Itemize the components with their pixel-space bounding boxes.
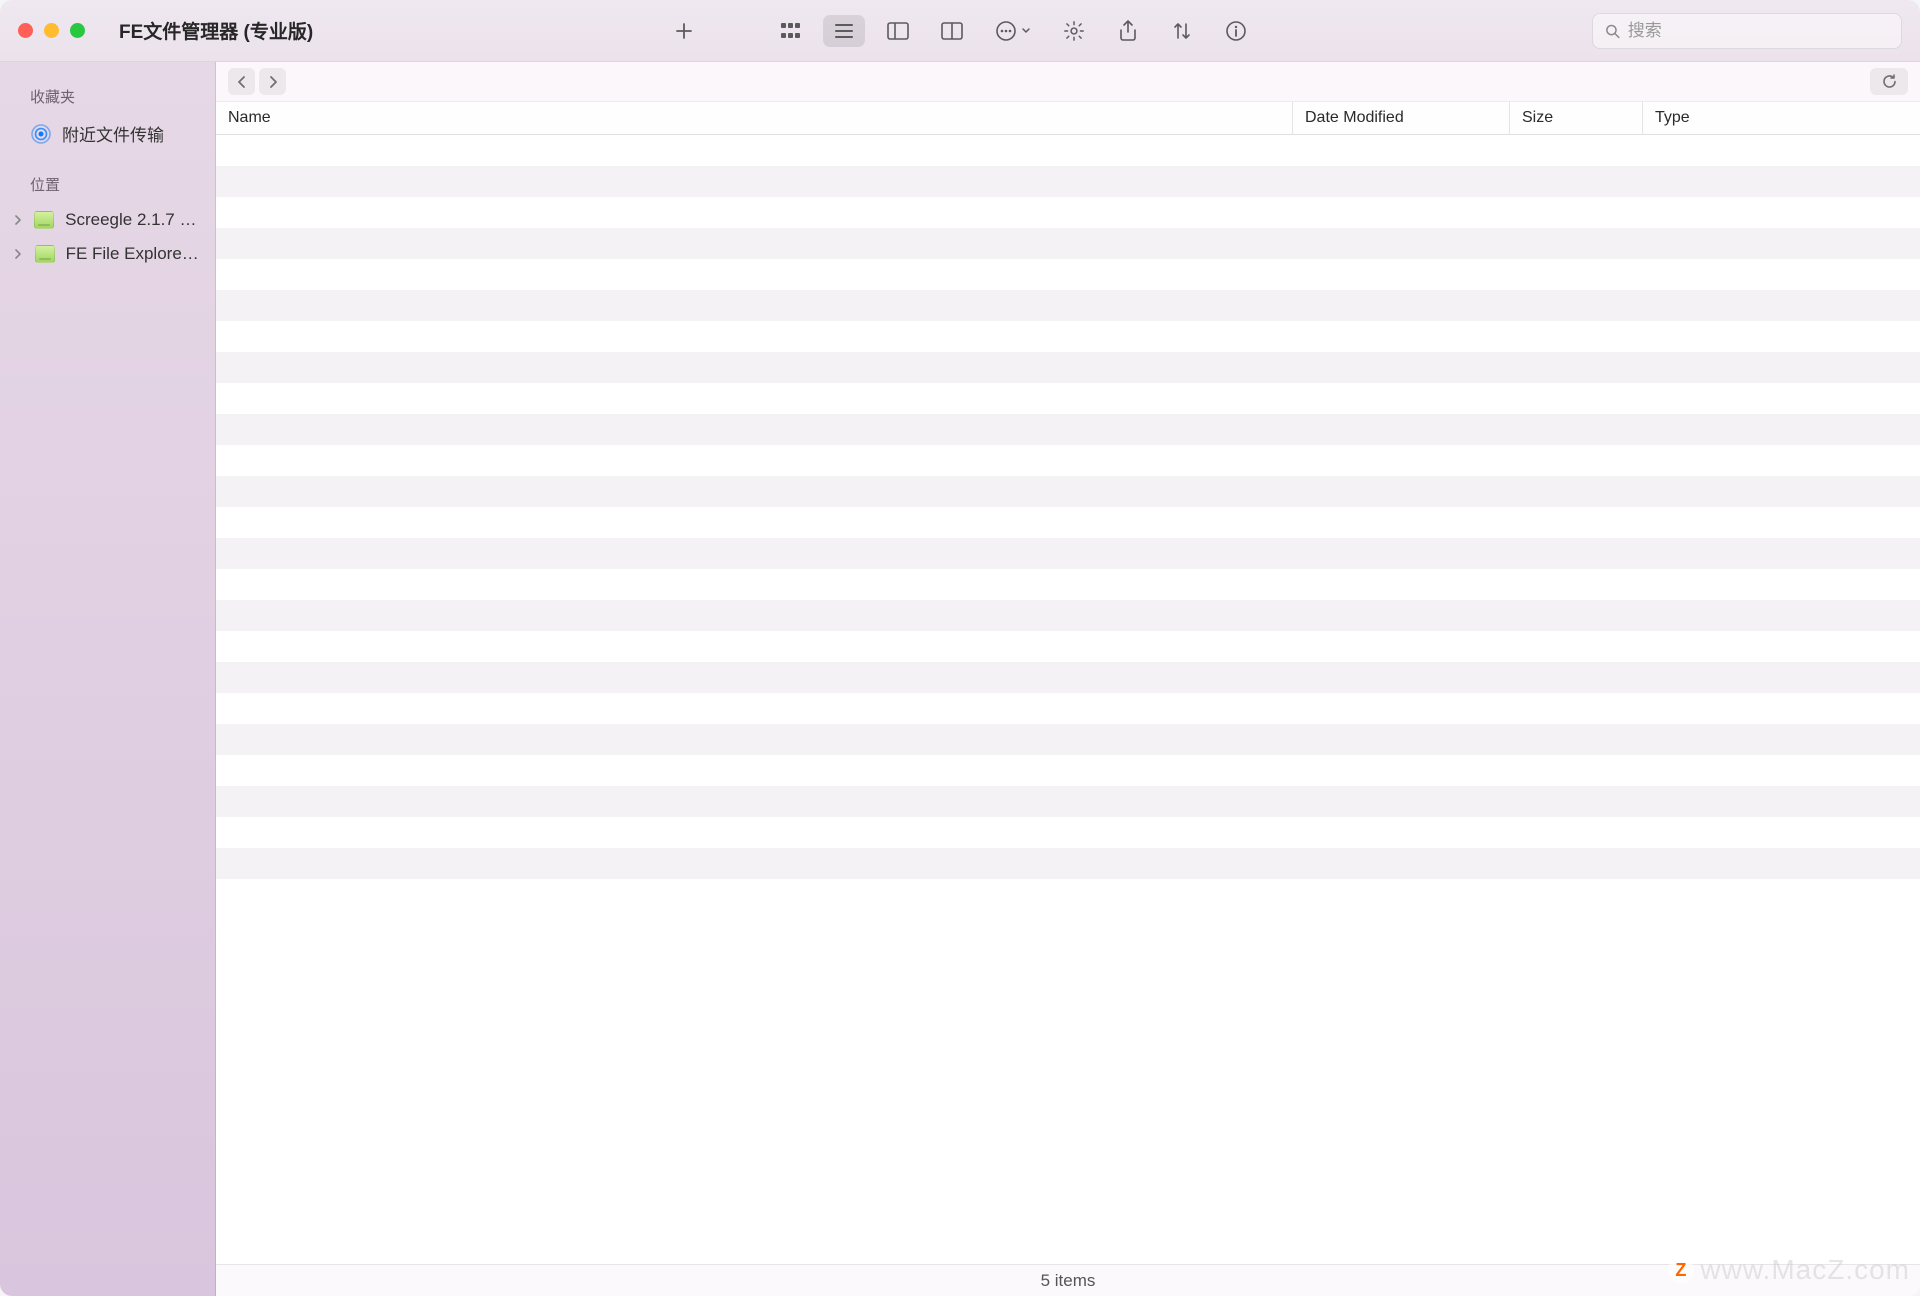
table-row[interactable] [216,445,1920,476]
table-row[interactable] [216,383,1920,414]
settings-button[interactable] [1053,15,1095,47]
watermark-text: www.MacZ.com [1700,1254,1910,1286]
back-button[interactable] [228,68,255,95]
refresh-button[interactable] [1870,68,1908,95]
sidebar-item-label: Screegle 2.1.7 MAS [65,210,203,230]
column-header-type[interactable]: Type [1643,102,1920,134]
chevron-right-icon[interactable] [14,215,23,225]
sort-arrows-icon [1172,21,1192,41]
main: 收藏夹 附近文件传输 位置 Scree [0,62,1920,1296]
table-row[interactable] [216,197,1920,228]
sidebar-section-favorites: 收藏夹 [0,82,215,115]
column-header-size[interactable]: Size [1510,102,1643,134]
info-icon [1225,20,1247,42]
refresh-icon [1881,73,1898,90]
status-items-count: 5 items [1041,1271,1096,1291]
share-icon [1118,20,1138,42]
table-row[interactable] [216,135,1920,166]
forward-button[interactable] [259,68,286,95]
table-row[interactable] [216,507,1920,538]
search-box[interactable] [1592,13,1902,49]
table-row[interactable] [216,321,1920,352]
watermark-badge: Z [1668,1257,1694,1283]
view-list-button[interactable] [823,15,865,47]
table-row[interactable] [216,569,1920,600]
table-row[interactable] [216,414,1920,445]
table-row[interactable] [216,290,1920,321]
table-row[interactable] [216,786,1920,817]
table-row[interactable] [216,228,1920,259]
column-header-name[interactable]: Name [216,102,1293,134]
table-row[interactable] [216,724,1920,755]
gear-icon [1063,20,1085,42]
column-headers: Name Date Modified Size Type [216,102,1920,135]
sidebar-item-label: FE File Explorer Pr [66,244,203,264]
table-row[interactable] [216,476,1920,507]
table-row[interactable] [216,662,1920,693]
app-title: FE文件管理器 (专业版) [119,17,313,44]
view-gallery-button[interactable] [931,15,973,47]
search-icon [1605,23,1620,39]
table-row[interactable] [216,693,1920,724]
watermark: Z www.MacZ.com [1668,1254,1910,1286]
column-header-date[interactable]: Date Modified [1293,102,1510,134]
view-icon-button[interactable] [769,15,811,47]
search-input[interactable] [1628,21,1889,41]
window-controls [18,23,85,38]
chevron-down-icon [1021,26,1031,36]
maximize-window-button[interactable] [70,23,85,38]
app-window: FE文件管理器 (专业版) [0,0,1920,1296]
drive-icon [33,209,55,231]
minimize-window-button[interactable] [44,23,59,38]
table-row[interactable] [216,817,1920,848]
sidebar: 收藏夹 附近文件传输 位置 Scree [0,62,216,1296]
table-row[interactable] [216,538,1920,569]
nav-bar [216,62,1920,102]
sidebar-item-location-screegle[interactable]: Screegle 2.1.7 MAS [0,203,215,237]
table-row[interactable] [216,848,1920,879]
table-row[interactable] [216,631,1920,662]
sort-button[interactable] [1161,15,1203,47]
add-button[interactable] [663,15,705,47]
table-row[interactable] [216,352,1920,383]
airdrop-icon [30,123,52,145]
table-row[interactable] [216,755,1920,786]
content-area: Name Date Modified Size Type [216,62,1920,1296]
toolbar: FE文件管理器 (专业版) [0,0,1920,62]
file-rows [216,135,1920,1264]
chevron-right-icon [268,75,278,89]
plus-icon [674,21,694,41]
table-row[interactable] [216,166,1920,197]
table-row[interactable] [216,259,1920,290]
sidebar-item-location-fe-explorer[interactable]: FE File Explorer Pr [0,237,215,271]
ellipsis-circle-icon [995,20,1017,42]
more-actions-button[interactable] [985,15,1041,47]
info-button[interactable] [1215,15,1257,47]
chevron-right-icon[interactable] [14,249,24,259]
column-icon [887,22,909,40]
status-bar: 5 items [216,1264,1920,1296]
view-column-button[interactable] [877,15,919,47]
grid-icon [780,22,800,40]
drive-icon [34,243,56,265]
sidebar-section-locations: 位置 [0,170,215,203]
sidebar-item-label: 附近文件传输 [62,121,164,146]
chevron-left-icon [237,75,247,89]
gallery-icon [941,22,963,40]
close-window-button[interactable] [18,23,33,38]
table-row[interactable] [216,600,1920,631]
list-icon [834,23,854,39]
sidebar-item-nearby-transfer[interactable]: 附近文件传输 [0,115,215,152]
share-button[interactable] [1107,15,1149,47]
toolbar-center [663,15,1257,47]
